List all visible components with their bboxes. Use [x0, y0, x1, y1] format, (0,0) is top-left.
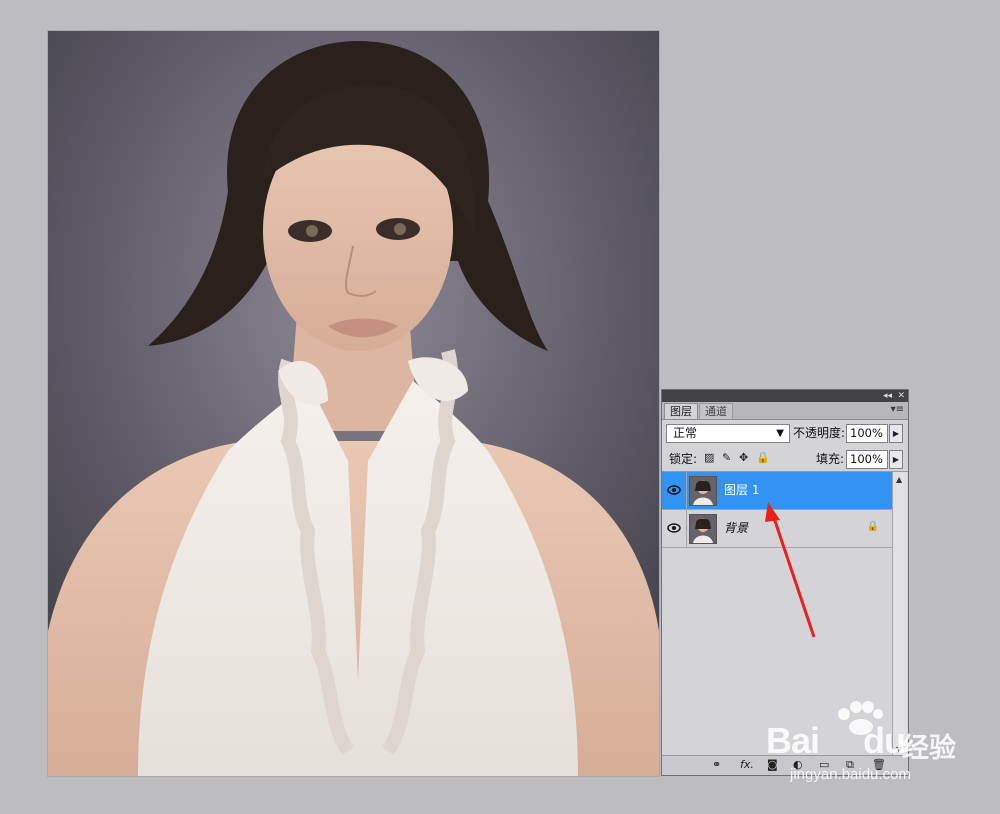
tab-layers[interactable]: 图层	[664, 403, 698, 419]
panel-titlebar: ◂◂ ✕	[662, 390, 908, 402]
lock-all-icon[interactable]: 🔒	[756, 451, 770, 465]
lock-transparent-pixels-icon[interactable]: ▨	[704, 451, 714, 465]
watermark-brand: Bai du	[766, 720, 906, 762]
layer-thumbnail	[689, 476, 717, 506]
baidu-watermark: Bai du 经验 jingyan.baidu.com	[762, 700, 992, 790]
watermark-suffix: 经验	[902, 733, 956, 764]
blend-mode-value: 正常	[673, 426, 698, 440]
document-canvas[interactable]	[48, 31, 659, 776]
eye-icon	[667, 523, 681, 533]
layer-lock-icon: 🔒	[866, 521, 879, 532]
fill-input[interactable]: 100%	[846, 450, 888, 469]
chevron-down-icon: ▼	[776, 428, 784, 439]
fill-label: 填充:	[816, 452, 845, 466]
opacity-label: 不透明度:	[793, 426, 846, 440]
layer-name[interactable]: 背景	[724, 521, 748, 535]
collapse-panel-icon[interactable]: ◂◂	[883, 390, 892, 402]
layer-row-1[interactable]: 图层 1	[662, 472, 893, 510]
layer-thumbnail	[689, 514, 717, 544]
watermark-url: jingyan.baidu.com	[790, 766, 911, 783]
opacity-slider-button[interactable]: ▶	[889, 424, 903, 443]
watermark-brand-part2: du	[863, 720, 906, 761]
layer-visibility-toggle[interactable]	[662, 472, 687, 509]
lock-image-pixels-icon[interactable]: ✎	[722, 451, 731, 465]
link-layers-icon[interactable]: ⚭	[712, 758, 721, 772]
panel-menu-icon[interactable]: ▾≡	[891, 404, 904, 416]
eye-icon	[667, 485, 681, 495]
portrait-photo	[48, 31, 659, 776]
fill-slider-button[interactable]: ▶	[889, 450, 903, 469]
layer-visibility-toggle[interactable]	[662, 510, 687, 547]
watermark-brand-part1: Bai	[766, 720, 820, 761]
layer-row-background[interactable]: 背景 🔒	[662, 510, 893, 548]
opacity-input[interactable]: 100%	[846, 424, 888, 443]
close-panel-icon[interactable]: ✕	[897, 390, 905, 402]
lock-label: 锁定:	[669, 452, 698, 466]
blend-mode-select[interactable]: 正常 ▼	[666, 424, 790, 443]
lock-position-icon[interactable]: ✥	[739, 451, 748, 465]
tab-channels[interactable]: 通道	[699, 403, 733, 419]
layer-style-icon[interactable]: fx.	[740, 758, 754, 772]
scroll-up-icon[interactable]: ▲	[896, 475, 902, 484]
panel-tabs: 图层 通道 ▾≡	[662, 402, 908, 420]
layer-name[interactable]: 图层 1	[724, 483, 759, 497]
